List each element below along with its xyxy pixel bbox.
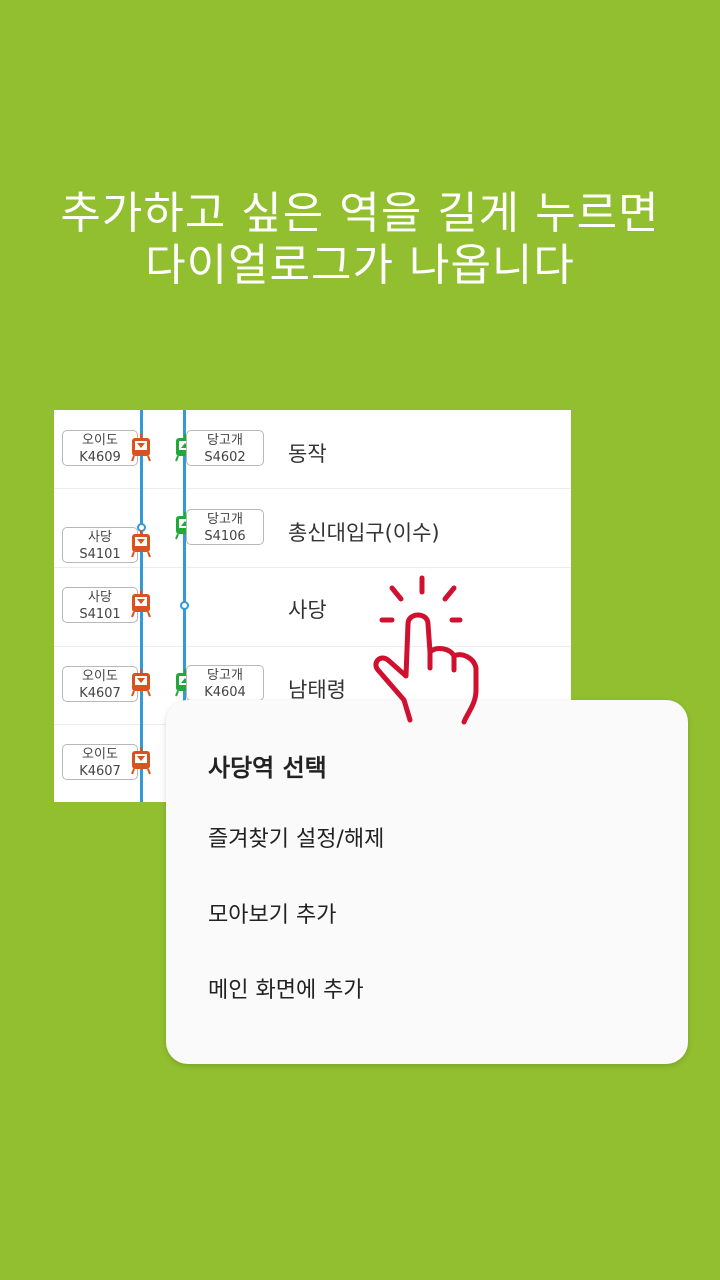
train-number: S4101	[79, 547, 121, 562]
train-number: K4609	[79, 450, 121, 465]
station-name: 총신대입구(이수)	[288, 521, 440, 545]
train-destination: 당고개	[207, 512, 243, 527]
headline: 추가하고 싶은 역을 길게 누르면 다이얼로그가 나옵니다	[0, 188, 720, 292]
train-number: S4101	[79, 607, 121, 622]
favorite-toggle-option[interactable]: 즐겨찾기 설정/해제	[208, 821, 384, 853]
train-tag-down[interactable]: 오이도 K4607	[62, 744, 138, 780]
train-down-icon	[131, 530, 151, 558]
train-tag-up[interactable]: 당고개 K4604	[186, 665, 264, 701]
train-destination: 사당	[88, 530, 112, 545]
train-destination: 오이도	[82, 669, 118, 684]
train-down-icon	[131, 747, 151, 775]
add-to-home-option[interactable]: 메인 화면에 추가	[208, 972, 364, 1004]
train-tag-down[interactable]: 오이도 K4607	[62, 666, 138, 702]
station-dot	[180, 601, 189, 610]
headline-line-1: 추가하고 싶은 역을 길게 누르면	[60, 188, 660, 239]
train-number: K4604	[204, 685, 246, 700]
train-down-icon	[131, 434, 151, 462]
train-destination: 당고개	[207, 433, 243, 448]
train-destination: 당고개	[207, 668, 243, 683]
dialog-title: 사당역 선택	[208, 754, 327, 782]
train-destination: 사당	[88, 590, 112, 605]
train-down-icon	[131, 669, 151, 697]
train-tag-down[interactable]: 오이도 K4609	[62, 430, 138, 466]
train-tag-down[interactable]: 사당 S4101	[62, 527, 138, 563]
headline-line-2: 다이얼로그가 나옵니다	[145, 240, 575, 291]
tap-hand-icon	[373, 575, 479, 725]
train-destination: 오이도	[82, 433, 118, 448]
train-tag-up[interactable]: 당고개 S4106	[186, 509, 264, 545]
train-number: S4106	[204, 529, 246, 544]
train-tag-down[interactable]: 사당 S4101	[62, 587, 138, 623]
train-number: K4607	[79, 764, 121, 779]
train-down-icon	[131, 590, 151, 618]
train-number: K4607	[79, 686, 121, 701]
add-to-collection-option[interactable]: 모아보기 추가	[208, 897, 336, 929]
station-name: 동작	[288, 442, 327, 466]
station-options-dialog: 사당역 선택 즐겨찾기 설정/해제 모아보기 추가 메인 화면에 추가	[166, 700, 688, 1064]
station-name: 사당	[288, 598, 327, 622]
train-tag-up[interactable]: 당고개 S4602	[186, 430, 264, 466]
train-destination: 오이도	[82, 747, 118, 762]
train-number: S4602	[204, 450, 246, 465]
